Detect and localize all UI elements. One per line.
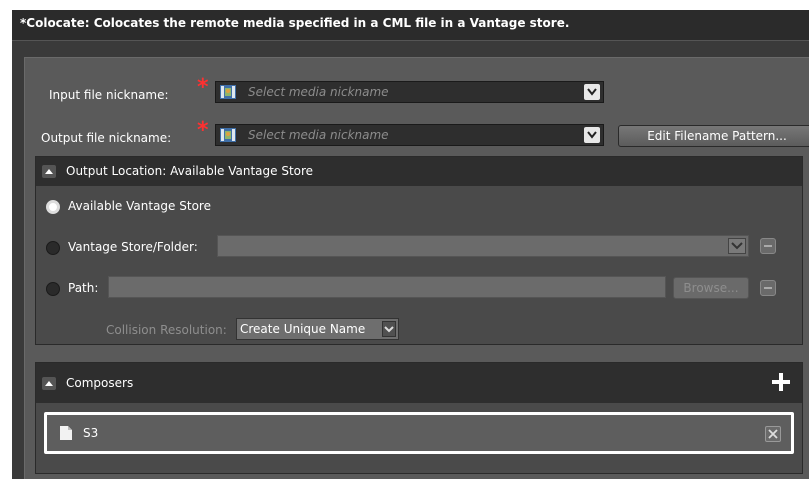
edit-filename-pattern-button[interactable]: Edit Filename Pattern... (618, 125, 809, 147)
collapse-caret-icon[interactable] (42, 165, 56, 178)
composers-section: Composers S3 (35, 362, 803, 474)
path-input[interactable] (108, 276, 666, 298)
input-nickname-combo[interactable]: Select media nickname (215, 81, 604, 103)
collision-resolution-value: Create Unique Name (240, 322, 366, 336)
composers-header[interactable]: Composers (36, 363, 802, 403)
title-bar: *Colocate: Colocates the remote media sp… (12, 10, 809, 41)
required-marker: * (197, 75, 209, 100)
output-location-section: Output Location: Available Vantage Store… (35, 156, 803, 345)
input-nickname-placeholder: Select media nickname (248, 85, 389, 99)
radio-available-store-label: Available Vantage Store (68, 199, 211, 213)
radio-available-store[interactable] (46, 200, 60, 214)
radio-vantage-store-folder[interactable] (46, 241, 60, 255)
output-nickname-label: Output file nickname: (41, 131, 172, 145)
chevron-down-icon[interactable] (584, 84, 600, 100)
radio-path-label: Path: (68, 281, 99, 295)
browse-button[interactable]: Browse... (673, 277, 749, 299)
document-icon (59, 425, 73, 441)
composer-item-label: S3 (83, 426, 99, 440)
chevron-down-icon[interactable] (728, 238, 746, 254)
composers-title: Composers (66, 376, 134, 390)
chevron-down-icon[interactable] (584, 127, 600, 143)
radio-vantage-store-folder-label: Vantage Store/Folder: (68, 240, 198, 254)
vantage-store-folder-select[interactable] (217, 235, 749, 257)
collapse-caret-icon[interactable] (42, 377, 56, 390)
media-icon (220, 85, 236, 99)
output-location-header[interactable]: Output Location: Available Vantage Store (36, 157, 802, 186)
input-nickname-label: Input file nickname: (49, 88, 169, 102)
output-nickname-placeholder: Select media nickname (248, 128, 389, 142)
collision-resolution-label: Collision Resolution: (106, 323, 227, 337)
task-title: *Colocate: Colocates the remote media sp… (20, 16, 570, 30)
task-window: *Colocate: Colocates the remote media sp… (12, 10, 809, 479)
required-marker: * (197, 118, 209, 143)
media-icon (220, 128, 236, 142)
path-options-icon[interactable] (760, 280, 776, 296)
plus-icon[interactable] (770, 371, 792, 393)
composer-item[interactable]: S3 (44, 412, 794, 454)
output-location-title: Output Location: Available Vantage Store (66, 164, 314, 178)
radio-path[interactable] (46, 282, 60, 296)
folder-options-icon[interactable] (760, 238, 776, 254)
settings-panel: Input file nickname: * Select media nick… (24, 57, 809, 479)
chevron-down-icon[interactable] (382, 321, 396, 337)
collision-resolution-select[interactable]: Create Unique Name (236, 318, 399, 340)
output-nickname-combo[interactable]: Select media nickname (215, 124, 604, 146)
close-icon[interactable] (765, 426, 781, 442)
